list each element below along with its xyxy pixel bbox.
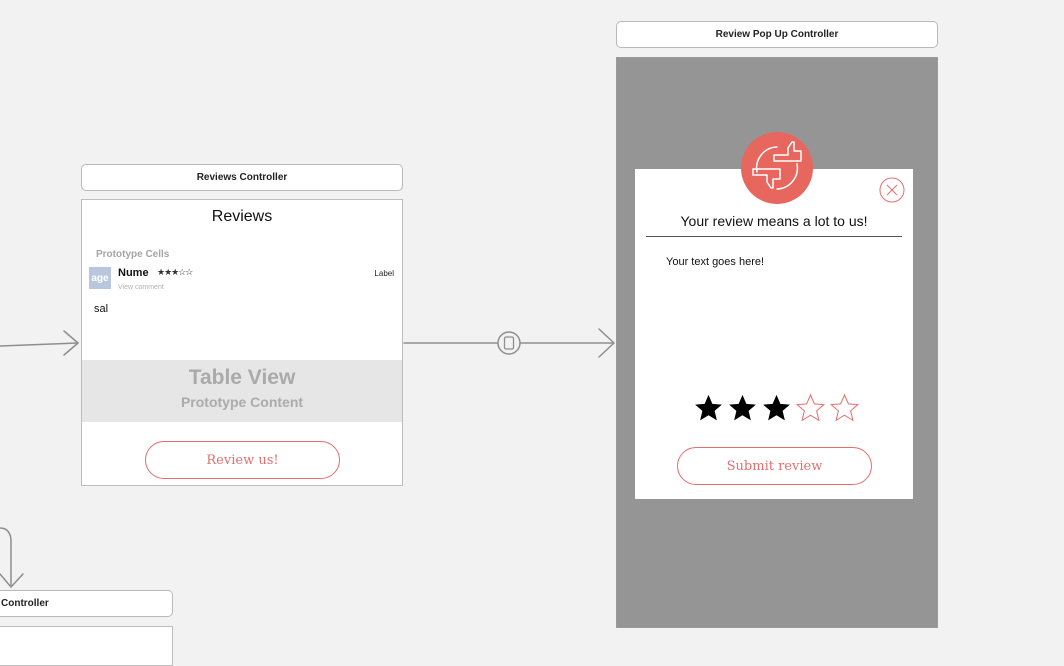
cell-subtitle-label[interactable]: View comment <box>118 284 164 291</box>
popup-heading: Your review means a lot to us! <box>680 213 868 229</box>
table-view-placeholder[interactable]: Table View Prototype Content <box>82 360 402 422</box>
cell-stars-label[interactable]: ★★★☆☆ <box>157 267 193 278</box>
popup-card: Your review means a lot to us! Your text… <box>635 169 913 499</box>
prototype-cells-header: Prototype Cells <box>96 249 170 260</box>
review-popup-controller-scene[interactable]: Your review means a lot to us! Your text… <box>616 57 938 628</box>
star-filled-icon[interactable] <box>693 393 724 423</box>
cell-name-label[interactable]: Nume <box>118 267 149 279</box>
cell-comment-label[interactable]: sal <box>94 303 108 315</box>
cell-right-label[interactable]: Label <box>374 269 394 278</box>
table-view-title: Table View <box>188 366 296 389</box>
cell-image[interactable]: age <box>89 267 111 289</box>
nav-title: Reviews <box>211 208 273 225</box>
review-text-view[interactable]: Your text goes here! <box>666 256 764 268</box>
table-view-subtitle: Prototype Content <box>180 394 304 410</box>
bottom-segue-line <box>0 527 12 586</box>
star-rating[interactable] <box>693 393 860 423</box>
review-popup-controller-title[interactable]: Review Pop Up Controller <box>616 21 938 48</box>
segue-icon <box>497 331 521 355</box>
thumbs-up-down-icon <box>741 132 813 204</box>
review-us-button[interactable]: Review us! <box>145 441 340 479</box>
entry-segue-line <box>0 342 79 347</box>
submit-review-button[interactable]: Submit review <box>677 447 872 485</box>
reviews-controller-title[interactable]: Reviews Controller <box>81 164 403 191</box>
partial-controller-title[interactable]: Controller <box>0 590 173 617</box>
popup-segue-arrowhead <box>598 328 615 358</box>
bottom-segue-arrowhead <box>0 573 24 588</box>
partial-controller-scene[interactable] <box>0 626 173 666</box>
close-icon[interactable] <box>879 177 905 203</box>
star-empty-icon[interactable] <box>829 393 860 423</box>
divider <box>646 236 902 237</box>
reviews-controller-scene[interactable]: Reviews Prototype Cells age Nume ★★★☆☆ V… <box>81 199 403 486</box>
star-filled-icon[interactable] <box>727 393 758 423</box>
star-filled-icon[interactable] <box>761 393 792 423</box>
entry-segue-arrowhead <box>63 330 79 356</box>
star-empty-icon[interactable] <box>795 393 826 423</box>
